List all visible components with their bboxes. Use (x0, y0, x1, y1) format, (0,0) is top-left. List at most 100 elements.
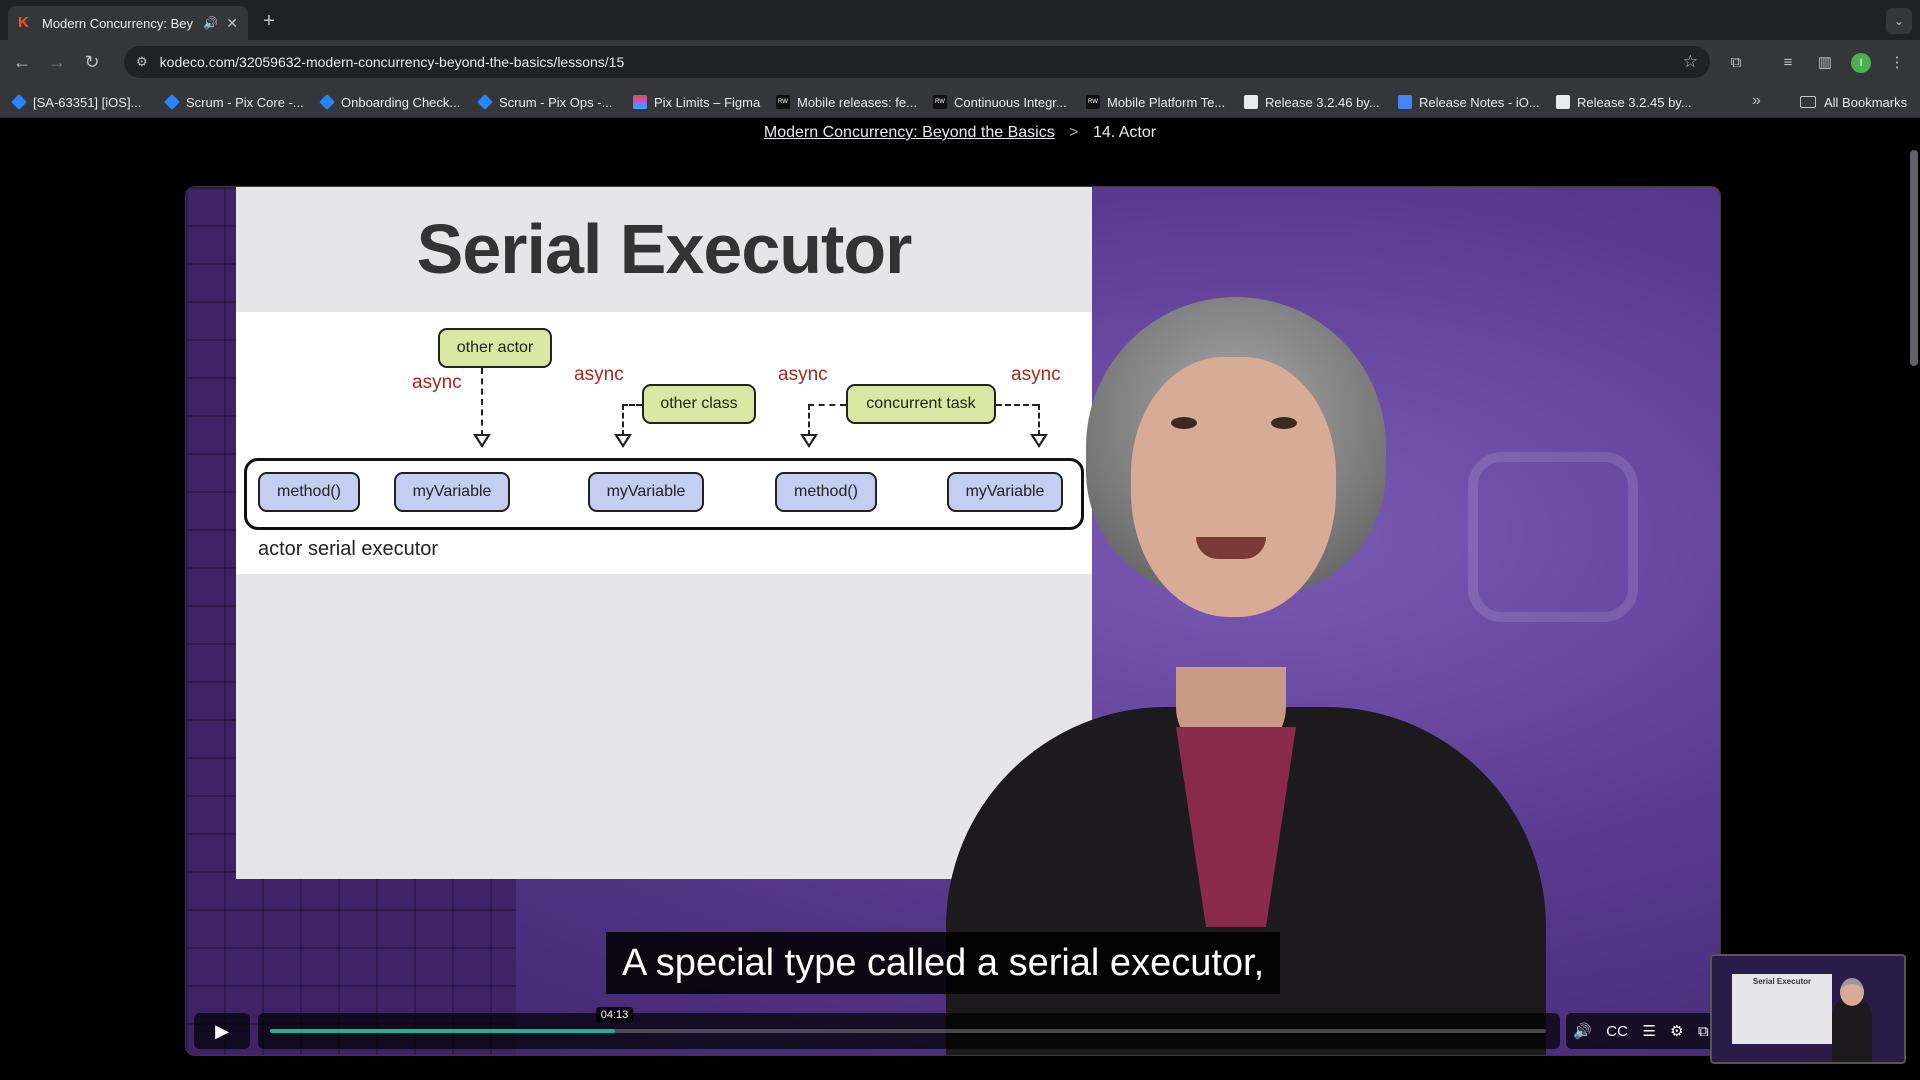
presenter-face (1131, 357, 1336, 617)
github-icon (1556, 95, 1570, 109)
bookmark-item[interactable]: Release 3.2.45 by... (1556, 92, 1692, 112)
play-icon[interactable]: ▶ (194, 1013, 250, 1049)
video-player[interactable]: Serial Executor other actor other class … (185, 186, 1721, 1056)
new-tab-button[interactable]: + (256, 8, 282, 34)
folder-icon (1800, 96, 1816, 108)
transcript-icon[interactable]: ☰ (1642, 1022, 1655, 1040)
executor-item-variable: myVariable (394, 472, 510, 512)
connector-line (622, 404, 642, 406)
bookmark-label: Pix Limits – Figma (654, 94, 761, 110)
site-info-icon[interactable]: ⚙ (136, 54, 148, 70)
menu-icon[interactable]: ⋮ (1886, 52, 1908, 74)
bookmark-label: Scrum - Pix Core -... (186, 94, 304, 110)
github-icon (1244, 95, 1258, 109)
jira-icon (477, 94, 493, 110)
profile-avatar[interactable]: I (1851, 53, 1871, 73)
extensions-icon[interactable]: ⧉ (1725, 52, 1747, 74)
close-icon[interactable]: ✕ (226, 15, 238, 32)
presenter-mouth (1196, 537, 1266, 559)
jira-icon (11, 94, 27, 110)
presenter-eye (1271, 417, 1297, 429)
jira-icon (319, 94, 335, 110)
bookmarks-bar: [SA-63351] [iOS]... Scrum - Pix Core -..… (0, 84, 1920, 118)
tab-strip: K Modern Concurrency: Bey 🔊 ✕ + ⌄ (0, 0, 1920, 40)
picture-in-picture-window[interactable]: Serial Executor (1710, 954, 1906, 1064)
presenter-eye (1171, 417, 1197, 429)
bookmark-label: Release 3.2.45 by... (1577, 94, 1692, 110)
settings-icon[interactable]: ⚙ (1670, 1022, 1683, 1040)
rw-icon: RW (776, 95, 790, 109)
page-content: Modern Concurrency: Beyond the Basics > … (0, 118, 1920, 1080)
chevron-more-icon[interactable]: » (1752, 92, 1761, 110)
bookmark-item[interactable]: RW Mobile releases: fe... (776, 92, 917, 112)
volume-icon[interactable]: 🔊 (1573, 1022, 1592, 1040)
breadcrumb-separator: > (1069, 124, 1079, 141)
time-tooltip: 04:13 (595, 1007, 634, 1023)
executor-item-variable: myVariable (588, 472, 704, 512)
back-icon[interactable]: ← (10, 50, 34, 74)
speaker-icon[interactable]: 🔊 (203, 16, 218, 30)
url-text[interactable]: kodeco.com/32059632-modern-concurrency-b… (160, 54, 1683, 70)
forward-icon[interactable]: → (45, 50, 69, 74)
all-bookmarks-label: All Bookmarks (1824, 94, 1908, 110)
progress-track[interactable]: 04:13 (270, 1007, 1546, 1033)
side-panel-icon[interactable]: ▥ (1814, 52, 1836, 74)
captions-icon[interactable]: CC (1606, 1023, 1628, 1040)
bookmark-item[interactable]: RW Continuous Integr... (933, 92, 1067, 112)
figma-icon (633, 95, 647, 109)
player-control-icons: 🔊 CC ☰ ⚙ ⧉ (1566, 1013, 1716, 1049)
breadcrumb-course-link[interactable]: Modern Concurrency: Beyond the Basics (764, 124, 1055, 141)
player-controls: ▶ 04:13 🔊 CC ☰ ⚙ ⧉ (186, 1007, 1720, 1055)
pip-title: Serial Executor (1752, 977, 1812, 986)
bookmark-item[interactable]: Onboarding Check... (319, 92, 461, 112)
bookmark-star-icon[interactable]: ☆ (1683, 52, 1698, 72)
bookmark-item[interactable]: RW Mobile Platform Te... (1086, 92, 1225, 112)
connector-line (808, 404, 846, 406)
rw-icon: RW (933, 95, 947, 109)
breadcrumb: Modern Concurrency: Beyond the Basics > … (0, 124, 1920, 142)
docs-icon (1398, 95, 1412, 109)
subtitle-caption: A special type called a serial executor, (606, 932, 1281, 994)
kodeco-icon: K (18, 14, 29, 31)
slide-title: Serial Executor (416, 210, 913, 288)
pip-slide: Serial Executor (1732, 974, 1832, 1044)
media-controls-icon[interactable]: ≡ (1777, 52, 1799, 74)
browser-toolbar: ← → ↻ ⚙ kodeco.com/32059632-modern-concu… (0, 40, 1920, 84)
tab-search-button[interactable]: ⌄ (1886, 8, 1912, 34)
executor-item-method: method() (258, 472, 360, 512)
connector-line (808, 404, 810, 436)
address-bar[interactable]: ⚙ kodeco.com/32059632-modern-concurrency… (124, 46, 1710, 78)
rw-icon: RW (1086, 95, 1100, 109)
bookmark-item[interactable]: Release 3.2.46 by... (1244, 92, 1380, 112)
pip-presenter (1832, 996, 1872, 1062)
bookmark-label: Release 3.2.46 by... (1265, 94, 1380, 110)
bookmark-item[interactable]: [SA-63351] [iOS]... (11, 92, 142, 112)
progress-bar[interactable]: 04:13 (258, 1007, 1560, 1049)
breadcrumb-lesson: 14. Actor (1092, 124, 1157, 141)
async-label: async (574, 364, 624, 385)
all-bookmarks-button[interactable]: All Bookmarks (1800, 92, 1907, 112)
bookmark-label: Release Notes - iO... (1419, 94, 1540, 110)
bookmark-label: Mobile Platform Te... (1107, 94, 1226, 110)
caller-other-actor: other actor (438, 328, 552, 368)
tab-title: Modern Concurrency: Bey (42, 15, 194, 31)
executor-label: actor serial executor (258, 538, 439, 560)
async-label: async (778, 364, 828, 385)
bookmark-item[interactable]: Pix Limits – Figma (633, 92, 760, 112)
connector-line (622, 404, 624, 436)
bookmark-label: Scrum - Pix Ops -... (499, 94, 613, 110)
page-scrollbar[interactable] (1910, 150, 1918, 366)
reload-icon[interactable]: ↻ (80, 50, 104, 74)
browser-tab[interactable]: K Modern Concurrency: Bey 🔊 ✕ (8, 6, 248, 40)
bookmark-item[interactable]: Scrum - Pix Ops -... (477, 92, 613, 112)
bookmark-item[interactable]: Release Notes - iO... (1398, 92, 1540, 112)
bookmark-label: [SA-63351] [iOS]... (33, 94, 142, 110)
bookmark-item[interactable]: Scrum - Pix Core -... (164, 92, 304, 112)
arrow-down-icon (800, 434, 818, 448)
bookmark-label: Onboarding Check... (341, 94, 461, 110)
arrow-down-icon (473, 434, 491, 448)
pip-icon[interactable]: ⧉ (1698, 1023, 1709, 1040)
connector-line (481, 368, 483, 436)
arrow-down-icon (614, 434, 632, 448)
pip-presenter-head (1840, 978, 1864, 1006)
